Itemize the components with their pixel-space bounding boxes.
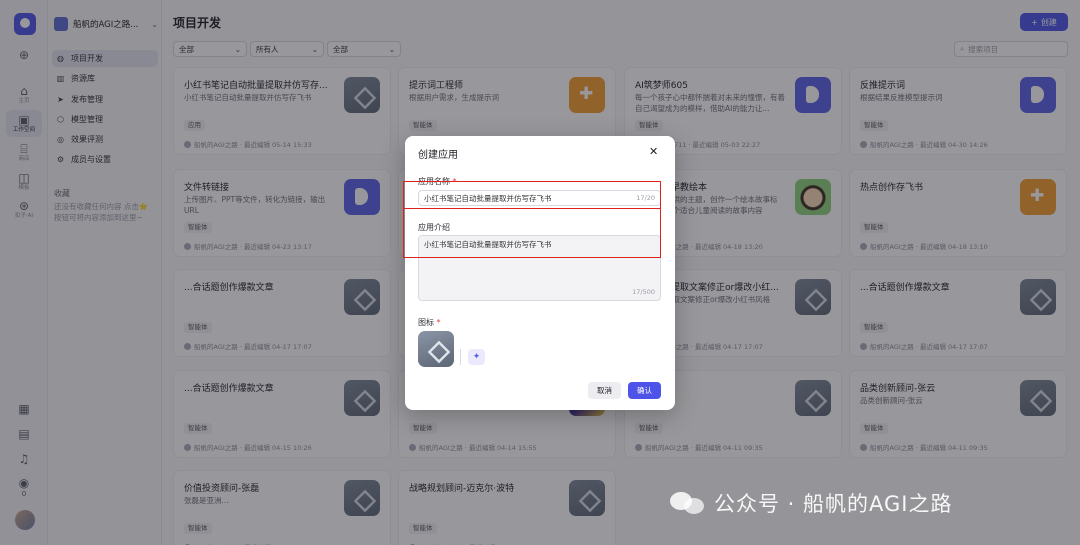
required-mark: * <box>436 318 441 327</box>
confirm-button[interactable]: 确认 <box>628 382 661 399</box>
divider <box>460 349 461 365</box>
cancel-button[interactable]: 取消 <box>588 382 621 399</box>
watermark-text: 公众号 · 船帆的AGI之路 <box>714 492 953 516</box>
create-app-dialog: 创建应用 ✕ 应用名称 * 小红书笔记自动批量提取并仿写存飞书 17/20 应用… <box>405 136 675 410</box>
highlight-box-desc <box>403 209 661 258</box>
layers-icon[interactable] <box>418 331 454 367</box>
dialog-title: 创建应用 <box>418 150 458 161</box>
ai-generate-icon[interactable]: ✦ <box>468 349 485 365</box>
icon-label-text: 图标 <box>418 318 434 327</box>
app-desc-count: 17/500 <box>632 288 655 296</box>
watermark: 公众号 · 船帆的AGI之路 <box>670 483 1080 523</box>
highlight-box-name <box>403 181 661 209</box>
close-icon[interactable]: ✕ <box>649 145 658 158</box>
icon-label: 图标 * <box>418 317 441 328</box>
wechat-icon <box>670 488 706 518</box>
